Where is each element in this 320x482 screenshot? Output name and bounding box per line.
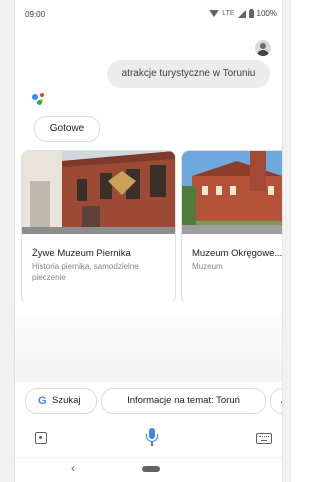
wifi-icon (209, 10, 220, 17)
search-chip-label: Szukaj (52, 395, 81, 406)
result-card[interactable]: Muzeum Okręgowe... Muzeum (181, 150, 282, 304)
back-icon[interactable]: ‹ (71, 461, 75, 475)
assistant-screen: 09:00 LTE 100% atrakcje turystyczne w To… (15, 0, 282, 482)
card-title: Żywe Muzeum Piernika (32, 248, 131, 259)
lens-icon[interactable] (35, 432, 47, 444)
card-title: Muzeum Okręgowe... (192, 248, 282, 259)
status-time: 09:00 (25, 10, 46, 19)
avatar[interactable] (255, 40, 271, 56)
battery-percent: 100% (256, 9, 277, 18)
suggestion-chips: G Szukaj Informacje na temat: Toruń A B (15, 388, 282, 414)
content-fade (15, 302, 282, 382)
home-pill[interactable] (142, 466, 160, 472)
avatar-head (260, 43, 266, 49)
search-chip[interactable]: G Szukaj (25, 388, 97, 414)
battery-icon (248, 8, 254, 18)
info-chip[interactable]: Informacje na temat: Toruń (101, 388, 266, 414)
assistant-logo-icon (32, 93, 48, 107)
mic-icon[interactable] (146, 428, 158, 448)
google-g-icon: G (38, 395, 47, 407)
navigation-bar: ‹ (15, 457, 282, 482)
status-bar: 09:00 LTE 100% (15, 0, 282, 26)
card-photo (22, 151, 175, 234)
result-card[interactable]: Żywe Muzeum Piernika Historia piernika, … (21, 150, 176, 304)
results-carousel[interactable]: Żywe Muzeum Piernika Historia piernika, … (15, 150, 282, 305)
user-query-bubble: atrakcje turystyczne w Toruniu (107, 60, 270, 88)
card-subtitle: Muzeum (192, 262, 223, 271)
avatar-body (257, 50, 269, 56)
done-chip[interactable]: Gotowe (34, 116, 100, 142)
network-label: LTE (222, 10, 235, 17)
signal-icon (237, 9, 246, 18)
frame-right-edge (282, 0, 291, 482)
more-chip[interactable]: A B (270, 388, 282, 414)
frame-left-edge (0, 0, 15, 482)
card-subtitle: Historia piernika, samodzielne pieczenie (32, 262, 139, 282)
card-photo (182, 151, 282, 234)
status-icons: LTE 100% (209, 8, 277, 18)
keyboard-icon[interactable] (256, 433, 272, 444)
